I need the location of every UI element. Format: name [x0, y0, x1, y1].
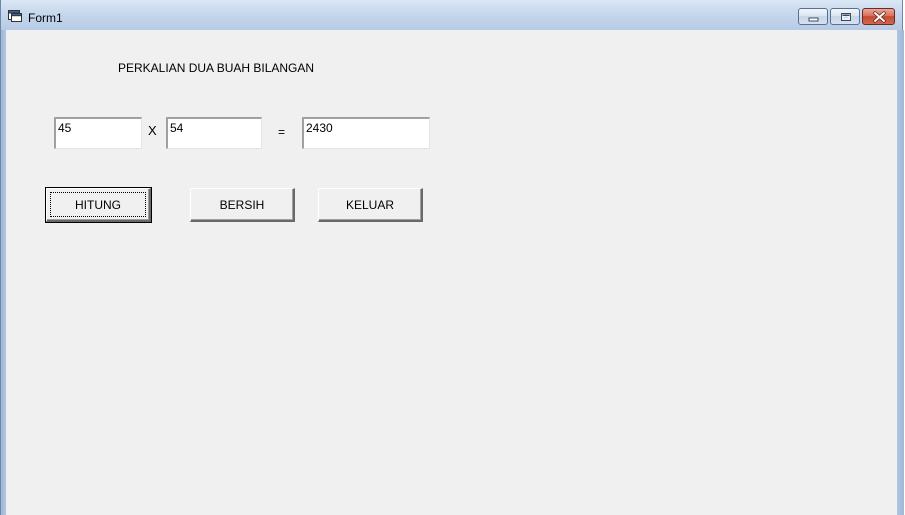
bersih-button-label: BERSIH [219, 197, 265, 212]
title-bar[interactable]: Form1 [1, 0, 902, 30]
form-window: Form1 PERKALIAN DUA BUAH BILANGAN 45 X 5… [0, 0, 904, 515]
window-right-border [897, 30, 904, 515]
minimize-icon [808, 17, 819, 22]
equals-label: = [278, 125, 286, 139]
form-client-area: PERKALIAN DUA BUAH BILANGAN 45 X 54 = 24… [6, 30, 897, 515]
close-icon [873, 11, 886, 23]
multiply-label: X [148, 123, 157, 138]
maximize-button[interactable] [830, 8, 860, 25]
form-heading-label: PERKALIAN DUA BUAH BILANGAN [118, 61, 315, 75]
focus-rectangle [50, 192, 146, 217]
keluar-button[interactable]: KELUAR [318, 188, 423, 222]
form-window-icon[interactable] [8, 10, 22, 22]
maximize-icon [841, 13, 851, 21]
second-number-input[interactable]: 54 [166, 117, 262, 149]
minimize-button[interactable] [798, 8, 828, 25]
window-title: Form1 [28, 11, 63, 25]
bersih-button[interactable]: BERSIH [190, 188, 295, 222]
keluar-button-label: KELUAR [345, 197, 395, 212]
close-button[interactable] [862, 8, 895, 25]
hitung-button[interactable]: HITUNG [45, 187, 152, 223]
result-input[interactable]: 2430 [302, 117, 430, 149]
first-number-input[interactable]: 45 [54, 117, 142, 149]
